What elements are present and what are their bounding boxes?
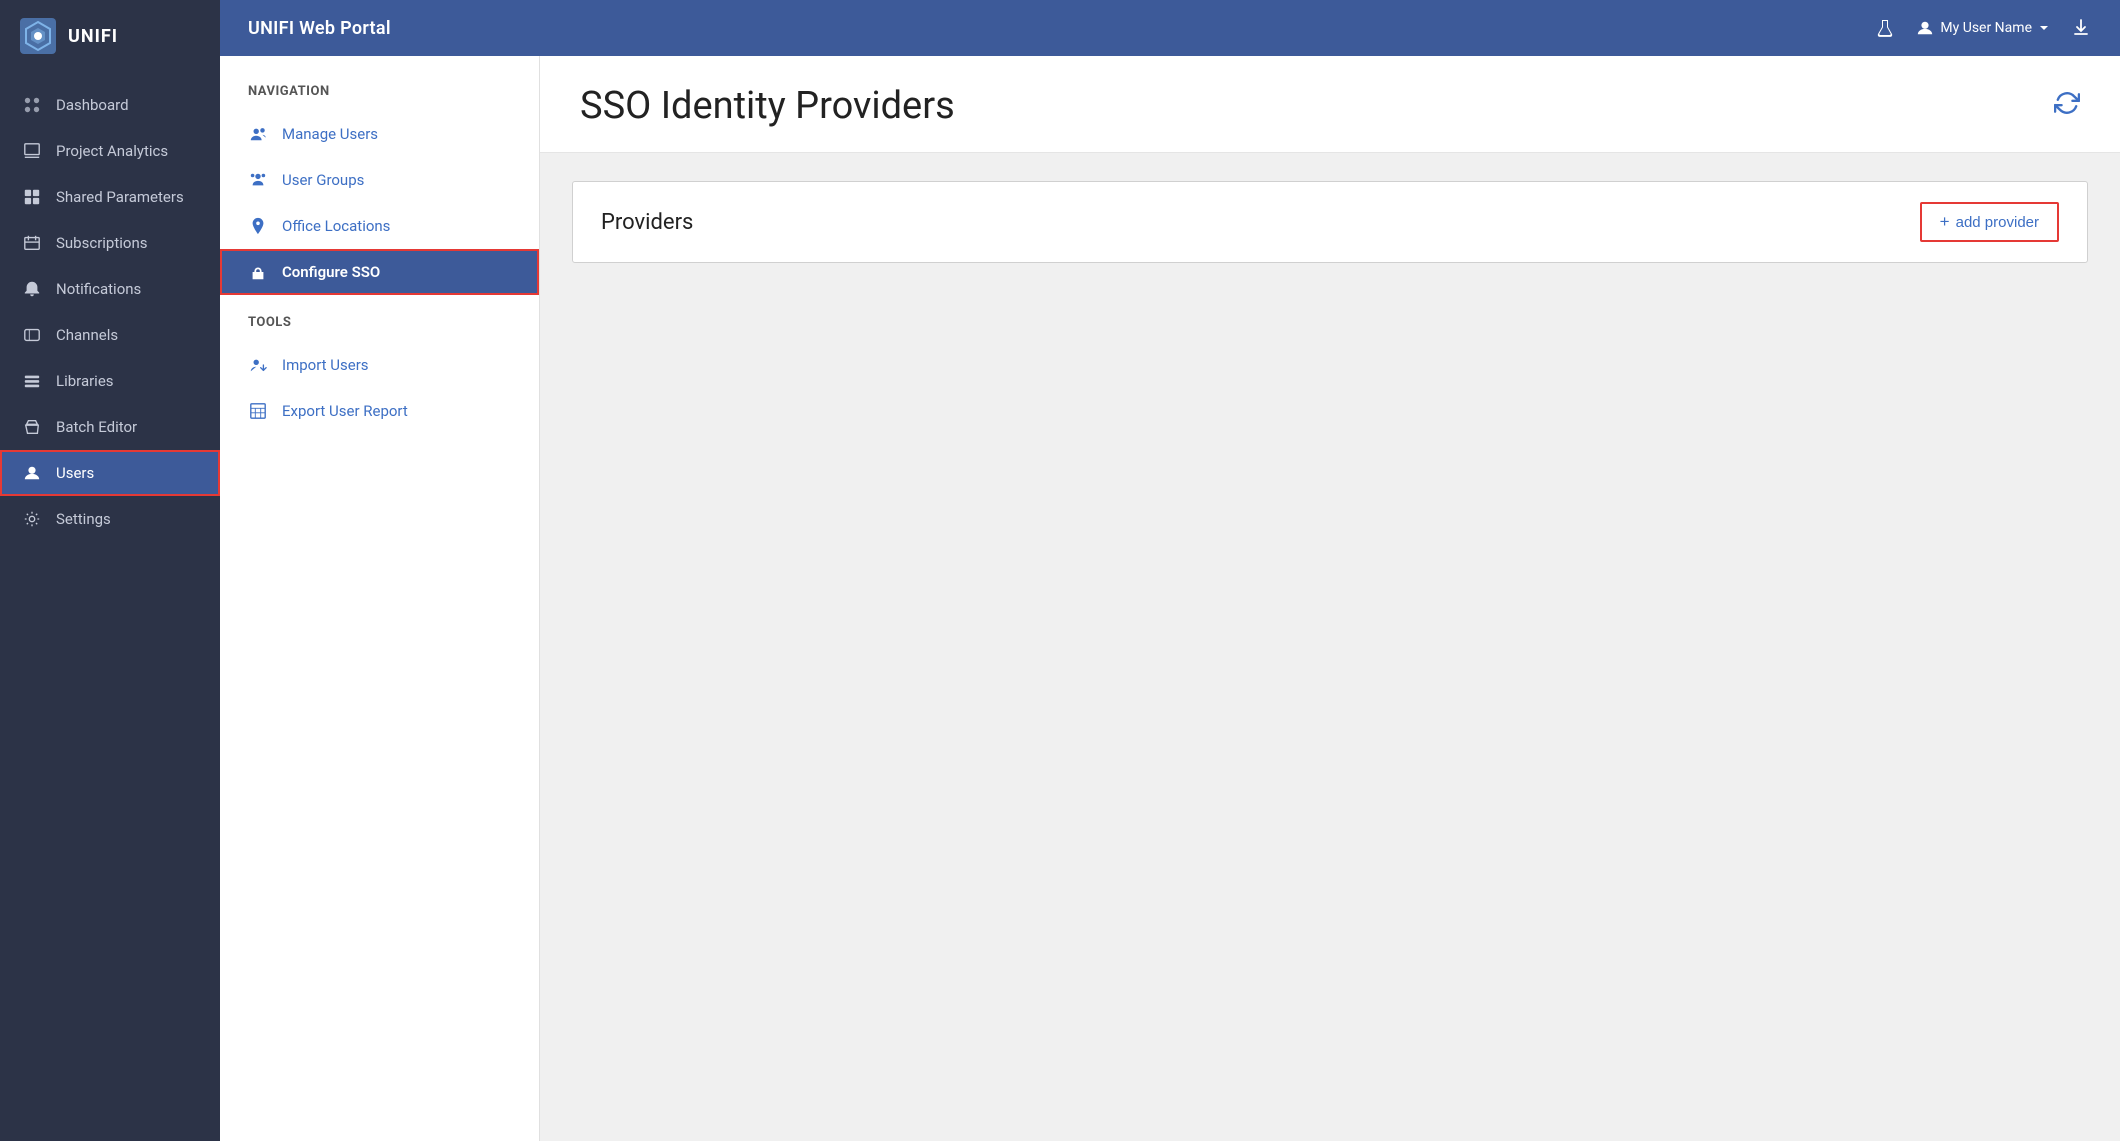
page-body: Providers + add provider xyxy=(540,153,2120,1141)
add-provider-button[interactable]: + add provider xyxy=(1920,202,2059,242)
import-users-icon xyxy=(248,355,268,375)
sidebar: UNIFI Dashboard Project Analytics Shared… xyxy=(0,0,220,1141)
flask-icon[interactable] xyxy=(1874,17,1896,39)
tools-section-label: TOOLS xyxy=(220,315,539,342)
libraries-icon xyxy=(22,371,42,391)
office-locations-icon xyxy=(248,216,268,236)
sidebar-item-settings[interactable]: Settings xyxy=(0,496,220,542)
sidebar-item-channels-label: Channels xyxy=(56,326,118,344)
sub-nav-export-user-report[interactable]: Export User Report xyxy=(220,388,539,434)
sub-nav-office-locations[interactable]: Office Locations xyxy=(220,203,539,249)
add-provider-label: add provider xyxy=(1956,214,2039,231)
topbar-username: My User Name xyxy=(1940,20,2032,36)
page-header: SSO Identity Providers xyxy=(540,56,2120,153)
app-logo-icon xyxy=(20,18,56,54)
sidebar-item-libraries-label: Libraries xyxy=(56,372,114,390)
page-content: SSO Identity Providers Providers + add p… xyxy=(540,56,2120,1141)
refresh-icon[interactable] xyxy=(2054,90,2080,122)
settings-icon xyxy=(22,509,42,529)
download-icon[interactable] xyxy=(2070,17,2092,39)
sub-nav-office-locations-label: Office Locations xyxy=(282,217,390,235)
providers-label: Providers xyxy=(601,210,693,235)
main-area: UNIFI Web Portal My User Name NAVIGATION xyxy=(220,0,2120,1141)
chevron-down-icon xyxy=(2038,22,2050,34)
sidebar-item-dashboard[interactable]: Dashboard xyxy=(0,82,220,128)
app-logo-text: UNIFI xyxy=(68,26,118,47)
sidebar-item-shared-parameters[interactable]: Shared Parameters xyxy=(0,174,220,220)
sidebar-item-channels[interactable]: Channels xyxy=(0,312,220,358)
sub-nav-user-groups-label: User Groups xyxy=(282,171,364,189)
user-groups-icon xyxy=(248,170,268,190)
dashboard-icon xyxy=(22,95,42,115)
logo-area: UNIFI xyxy=(0,0,220,72)
batch-editor-icon xyxy=(22,417,42,437)
sidebar-item-batch-editor-label: Batch Editor xyxy=(56,418,137,436)
sidebar-nav: Dashboard Project Analytics Shared Param… xyxy=(0,72,220,1141)
sidebar-item-libraries[interactable]: Libraries xyxy=(0,358,220,404)
channels-icon xyxy=(22,325,42,345)
configure-sso-icon xyxy=(248,262,268,282)
sub-nav-export-user-report-label: Export User Report xyxy=(282,402,408,420)
project-analytics-icon xyxy=(22,141,42,161)
content-area: NAVIGATION Manage Users User Groups xyxy=(220,56,2120,1141)
sub-nav-configure-sso-label: Configure SSO xyxy=(282,263,380,281)
sidebar-item-users-label: Users xyxy=(56,464,94,482)
sidebar-item-settings-label: Settings xyxy=(56,510,111,528)
sidebar-item-project-analytics[interactable]: Project Analytics xyxy=(0,128,220,174)
sidebar-item-subscriptions-label: Subscriptions xyxy=(56,234,147,252)
sidebar-item-dashboard-label: Dashboard xyxy=(56,96,129,114)
page-title: SSO Identity Providers xyxy=(580,84,955,128)
sidebar-item-batch-editor[interactable]: Batch Editor xyxy=(0,404,220,450)
subscriptions-icon xyxy=(22,233,42,253)
topbar-user[interactable]: My User Name xyxy=(1916,19,2050,37)
sub-nav-manage-users[interactable]: Manage Users xyxy=(220,111,539,157)
sub-nav-configure-sso[interactable]: Configure SSO xyxy=(220,249,539,295)
providers-card: Providers + add provider xyxy=(572,181,2088,263)
topbar: UNIFI Web Portal My User Name xyxy=(220,0,2120,56)
notifications-icon xyxy=(22,279,42,299)
sidebar-item-shared-parameters-label: Shared Parameters xyxy=(56,188,184,206)
navigation-section-label: NAVIGATION xyxy=(220,84,539,111)
sidebar-item-users[interactable]: Users xyxy=(0,450,220,496)
users-nav-icon xyxy=(22,463,42,483)
shared-parameters-icon xyxy=(22,187,42,207)
sidebar-item-notifications-label: Notifications xyxy=(56,280,141,298)
sub-sidebar: NAVIGATION Manage Users User Groups xyxy=(220,56,540,1141)
sidebar-item-subscriptions[interactable]: Subscriptions xyxy=(0,220,220,266)
topbar-right: My User Name xyxy=(1874,17,2092,39)
topbar-title: UNIFI Web Portal xyxy=(248,18,391,39)
export-user-report-icon xyxy=(248,401,268,421)
plus-icon: + xyxy=(1940,212,1950,232)
sub-nav-manage-users-label: Manage Users xyxy=(282,125,378,143)
sidebar-item-project-analytics-label: Project Analytics xyxy=(56,142,168,160)
manage-users-icon xyxy=(248,124,268,144)
sub-nav-import-users[interactable]: Import Users xyxy=(220,342,539,388)
sub-nav-user-groups[interactable]: User Groups xyxy=(220,157,539,203)
sub-nav-import-users-label: Import Users xyxy=(282,356,369,374)
sidebar-item-notifications[interactable]: Notifications xyxy=(0,266,220,312)
